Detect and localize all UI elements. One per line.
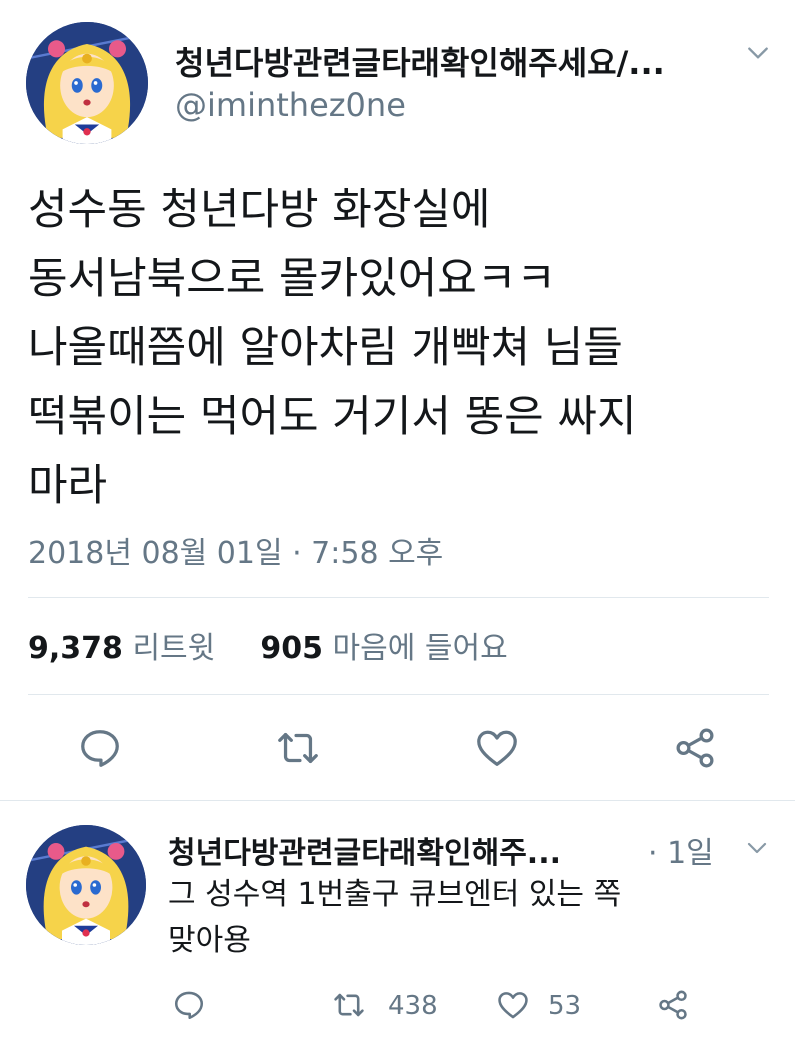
reply-display-name[interactable]: 청년다방관련글타래확인해주... (168, 828, 608, 872)
avatar[interactable] (26, 825, 146, 945)
heart-icon[interactable] (496, 988, 530, 1022)
divider (28, 694, 769, 695)
tweet-stats: 9,378 리트윗 905 마음에 들어요 (28, 623, 508, 667)
share-icon[interactable] (672, 725, 718, 771)
reply-icon[interactable] (172, 988, 206, 1022)
like-count[interactable]: 905 (260, 631, 323, 666)
tweet-text-line: 성수동 청년다방 화장실에 (28, 185, 491, 235)
reply-text-line: 맞아용 (168, 923, 251, 958)
retweet-icon[interactable] (332, 988, 366, 1022)
reply-retweet-count: 438 (388, 991, 438, 1021)
retweet-count[interactable]: 9,378 (28, 631, 123, 666)
display-name[interactable]: 청년다방관련글타래확인해주세요/... (175, 38, 715, 84)
divider (0, 800, 795, 801)
tweet-text-line: 마라 (28, 461, 108, 511)
reply-timestamp[interactable]: · 1일 (648, 828, 714, 872)
user-handle[interactable]: @iminthez0ne (175, 86, 406, 124)
reply-text-line: 그 성수역 1번출구 큐브엔터 있는 쪽 (168, 877, 622, 912)
tweet-text: 성수동 청년다방 화장실에 동서남북으로 몰카있어요ㅋㅋ 나올때쯤에 알아차림 … (28, 176, 768, 521)
tweet-timestamp[interactable]: 2018년 08월 01일 · 7:58 오후 (28, 528, 443, 572)
retweet-icon[interactable] (275, 725, 321, 771)
heart-icon[interactable] (474, 725, 520, 771)
divider (28, 597, 769, 598)
retweet-label[interactable]: 리트윗 (132, 631, 215, 666)
reply-text: 그 성수역 1번출구 큐브엔터 있는 쪽 맞아용 (168, 872, 768, 964)
reply-icon[interactable] (77, 725, 123, 771)
chevron-down-icon[interactable] (745, 836, 769, 860)
avatar[interactable] (26, 22, 148, 144)
tweet-text-line: 동서남북으로 몰카있어요ㅋㅋ (28, 254, 556, 304)
reply-like-count: 53 (548, 991, 582, 1021)
tweet-text-line: 떡볶이는 먹어도 거기서 똥은 싸지 (28, 392, 637, 442)
avatar-image (26, 825, 146, 945)
avatar-image (26, 22, 148, 144)
chevron-down-icon[interactable] (745, 40, 771, 66)
tweet-text-line: 나올때쯤에 알아차림 개빡쳐 님들 (28, 323, 623, 373)
like-label[interactable]: 마음에 들어요 (333, 631, 508, 666)
share-icon[interactable] (656, 988, 690, 1022)
